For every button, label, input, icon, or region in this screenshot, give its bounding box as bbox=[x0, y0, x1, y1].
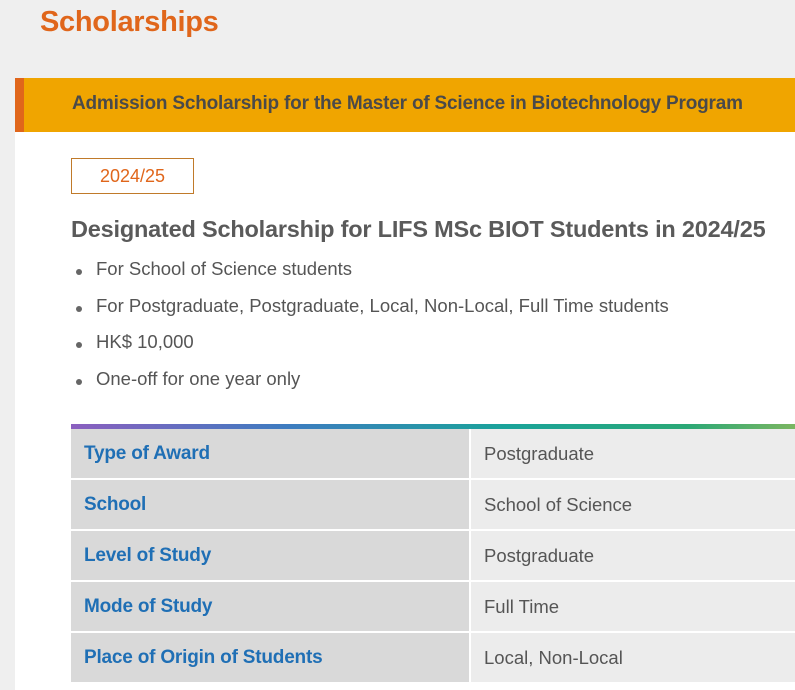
scholarship-highlights: For School of Science students For Postg… bbox=[71, 258, 669, 404]
table-row: School School of Science bbox=[71, 480, 795, 531]
card-header-title[interactable]: Admission Scholarship for the Master of … bbox=[72, 93, 743, 115]
list-item: For Postgraduate, Postgraduate, Local, N… bbox=[71, 295, 669, 332]
table-row: Mode of Study Full Time bbox=[71, 582, 795, 633]
detail-value-level-of-study: Postgraduate bbox=[469, 531, 795, 580]
list-item: For School of Science students bbox=[71, 258, 669, 295]
detail-label-level-of-study: Level of Study bbox=[71, 531, 469, 580]
list-item: One-off for one year only bbox=[71, 368, 669, 405]
scholarship-card: Admission Scholarship for the Master of … bbox=[15, 78, 795, 690]
table-row: Place of Origin of Students Local, Non-L… bbox=[71, 633, 795, 684]
page-title: Scholarships bbox=[40, 6, 219, 38]
year-badge: 2024/25 bbox=[71, 158, 194, 194]
table-row: Level of Study Postgraduate bbox=[71, 531, 795, 582]
card-header[interactable]: Admission Scholarship for the Master of … bbox=[15, 78, 795, 132]
details-table: Type of Award Postgraduate School School… bbox=[71, 429, 795, 684]
detail-value-type-of-award: Postgraduate bbox=[469, 429, 795, 478]
detail-value-mode-of-study: Full Time bbox=[469, 582, 795, 631]
detail-value-school: School of Science bbox=[469, 480, 795, 529]
detail-label-type-of-award: Type of Award bbox=[71, 429, 469, 478]
scholarship-title: Designated Scholarship for LIFS MSc BIOT… bbox=[71, 216, 766, 242]
detail-label-place-of-origin: Place of Origin of Students bbox=[71, 633, 469, 682]
list-item: HK$ 10,000 bbox=[71, 331, 669, 368]
detail-label-school: School bbox=[71, 480, 469, 529]
header-accent-bar bbox=[15, 78, 24, 132]
table-row: Type of Award Postgraduate bbox=[71, 429, 795, 480]
detail-label-mode-of-study: Mode of Study bbox=[71, 582, 469, 631]
detail-value-place-of-origin: Local, Non-Local bbox=[469, 633, 795, 682]
